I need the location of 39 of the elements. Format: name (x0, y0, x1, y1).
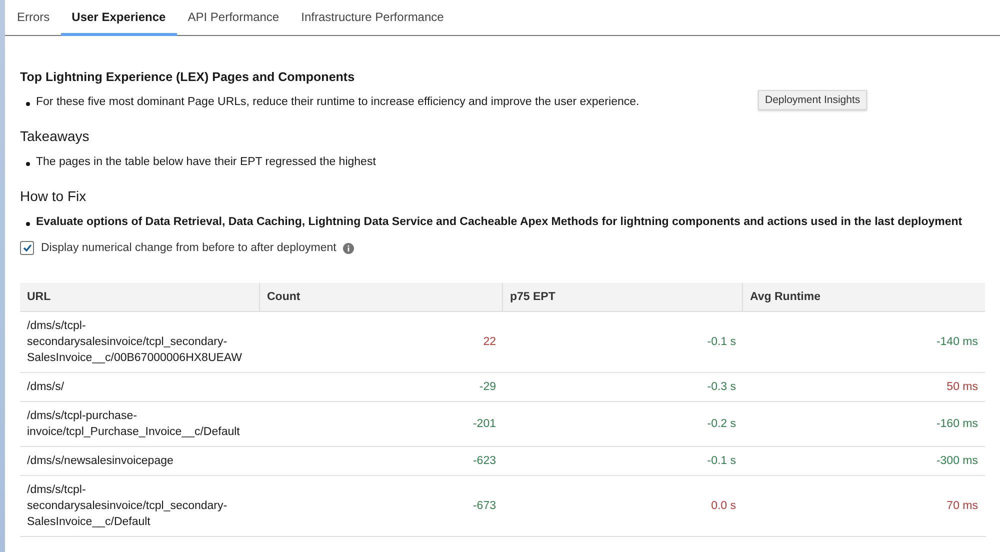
tab[interactable]: User Experience (60, 0, 177, 36)
table-cell-text: -673 (472, 499, 496, 514)
table-cell-text: 0.0 s (711, 499, 736, 514)
checkbox[interactable] (20, 241, 34, 255)
table-cell-text: -0.3 s (707, 380, 736, 395)
table-cell-text: -140 ms (936, 335, 978, 350)
column-header: URL (20, 283, 260, 312)
table-cell-text: -0.1 s (707, 454, 736, 469)
section-title: Takeaways (20, 128, 90, 144)
section-title: How to Fix (20, 188, 88, 204)
table-cell-text: /dms/s/ (27, 380, 64, 395)
table-cell-text: -0.1 s (707, 335, 736, 350)
table-cell-text: 22 (483, 335, 496, 350)
tab[interactable]: Errors (6, 0, 61, 36)
column-header: Avg Runtime (743, 283, 985, 312)
table-cell-text: 50 ms (946, 380, 978, 395)
table-cell-text: -300 ms (936, 454, 978, 469)
table-cell-text: 70 ms (946, 499, 978, 514)
table-cell-text: -0.2 s (707, 417, 736, 432)
table-cell-text: /dms/s/tcpl-purchase-invoice/tcpl_Purchase_Invoice__c/Default (27, 409, 241, 440)
table-cell-text: -29 (479, 380, 496, 395)
table-cell-text: -160 ms (936, 417, 978, 432)
checkmark-icon (22, 244, 32, 252)
table-cell-text: /dms/s/tcpl-secondarysalesinvoice/tcpl_secondary-SalesInvoice__c/Default (27, 483, 228, 530)
bullet-text: For these five most dominant Page URLs, reduce their runtime to increase efficiency and improve the user experience. (36, 96, 640, 108)
section-heading: Top Lightning Experience (LEX) Pages and Components (20, 70, 356, 84)
table-cell-text: -201 (472, 417, 496, 432)
tab[interactable]: Infrastructure Performance (290, 0, 455, 36)
tab[interactable]: API Performance (176, 0, 290, 36)
table-cell-text: /dms/s/newsalesinvoicepage (27, 454, 174, 469)
table-cell-text: /dms/s/tcpl-secondarysalesinvoice/tcpl_secondary-SalesInvoice__c/00B67000006HX8UEAW (27, 319, 244, 366)
checkbox-label: Display numerical change from before to after deployment (41, 242, 336, 254)
column-header: p75 EPT (503, 283, 743, 312)
table-cell-text: -623 (472, 454, 496, 469)
column-header: Count (260, 283, 503, 312)
bullet-text: The pages in the table below have their EPT regressed the highest (36, 156, 376, 168)
tooltip: Deployment Insights (758, 90, 868, 110)
info-icon[interactable] (343, 242, 354, 254)
bullet-text: Evaluate options of Data Retrieval, Data Caching, Lightning Data Service and Cacheable Apex Methods for lightning components and actions used in the last deployment (36, 216, 962, 228)
